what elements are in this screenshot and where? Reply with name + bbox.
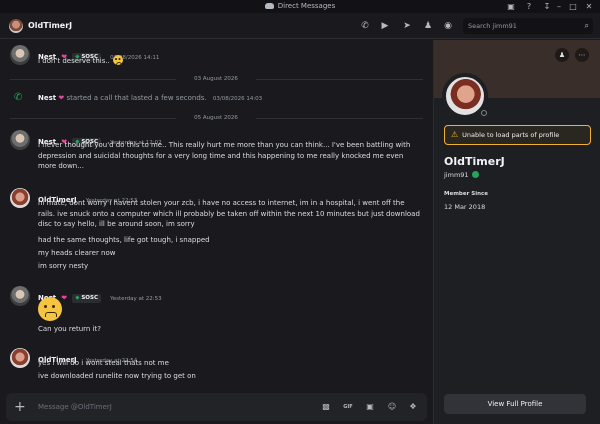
message-content: I never thought you'd do this to me.. Th… xyxy=(38,141,411,170)
avatar[interactable] xyxy=(10,45,30,65)
profile-warning-banner: ⚠ Unable to load parts of profile xyxy=(444,125,591,145)
maximize-icon[interactable]: □ xyxy=(567,1,579,12)
view-full-profile-button[interactable]: View Full Profile xyxy=(444,394,586,414)
sticker-icon[interactable]: ▣ xyxy=(364,401,376,413)
apps-icon[interactable]: ❖ xyxy=(407,401,419,413)
slightly-frowning-face-icon xyxy=(112,55,123,65)
phone-call-icon: ✆ xyxy=(14,92,23,103)
gift-icon[interactable]: ▩ xyxy=(320,401,332,413)
add-friends-icon[interactable]: ♟ xyxy=(421,19,435,33)
profile-username: jimm91 xyxy=(444,171,479,179)
emoji-icon[interactable]: ☺ xyxy=(386,401,398,413)
message-content: Can you return it? xyxy=(38,325,101,333)
upload-plus-icon[interactable]: + xyxy=(14,393,26,421)
discord-logo-icon xyxy=(264,3,274,9)
message-content: I don't deserve this.. xyxy=(38,55,423,67)
message-list[interactable]: Nest ❤ ◆ SOSC 02/08/2026 14:11 I don't d… xyxy=(0,40,433,390)
member-since-label: Member Since xyxy=(444,191,488,197)
message-content: my heads clearer now xyxy=(38,249,116,257)
gif-icon[interactable]: GIF xyxy=(342,401,354,413)
dm-header: OldTimerJ ✆ ▶ ➤ ♟ ◉ Search jimm91 ⌕ xyxy=(0,13,600,39)
message-content: had the same thoughts, life got tough, i… xyxy=(38,236,210,244)
video-call-icon[interactable]: ▶ xyxy=(378,19,392,33)
user-profile-icon[interactable]: ◉ xyxy=(441,19,455,33)
avatar[interactable] xyxy=(10,286,30,306)
message-composer: + Message @OldTimerJ ▩ GIF ▣ ☺ ❖ xyxy=(6,393,427,421)
warning-text: Unable to load parts of profile xyxy=(462,131,560,139)
more-options-icon[interactable]: ⋯ xyxy=(575,48,589,62)
avatar[interactable] xyxy=(10,188,30,208)
dm-recipient-name[interactable]: OldTimerJ xyxy=(28,13,72,39)
window-title-bar: Direct Messages ▣ ? ↧ – □ ✕ xyxy=(0,0,600,13)
message-timestamp: 03/08/2026 14:03 xyxy=(212,96,263,102)
system-message-text: started a call that lasted a few seconds… xyxy=(66,94,207,102)
inbox-icon[interactable]: ▣ xyxy=(505,1,517,12)
heart-icon: ❤ xyxy=(61,294,68,302)
help-icon[interactable]: ? xyxy=(523,1,535,12)
date-divider-label: 03 August 2026 xyxy=(176,75,256,83)
message-content: im sorry nesty xyxy=(38,262,89,270)
search-placeholder: Search jimm91 xyxy=(468,22,517,30)
search-input[interactable]: Search jimm91 ⌕ xyxy=(463,18,593,34)
message-timestamp: Yesterday at 22:53 xyxy=(110,296,162,302)
message-content: hi mate, dont worry i havent stolen your… xyxy=(38,199,420,228)
guild-tag[interactable]: ◆ SOSC xyxy=(72,294,101,303)
slightly-frowning-face-icon xyxy=(38,297,62,321)
close-icon[interactable]: ✕ xyxy=(583,1,595,12)
minimize-icon[interactable]: – xyxy=(553,1,565,12)
search-icon: ⌕ xyxy=(584,21,589,30)
friend-add-icon[interactable]: ♟ xyxy=(555,48,569,62)
warning-icon: ⚠ xyxy=(451,130,459,139)
member-since-value: 12 Mar 2018 xyxy=(444,203,486,211)
offline-status-icon xyxy=(478,107,490,119)
message-content: yes i will do i wont steal thats not me xyxy=(38,359,169,367)
message-content: ive downloaded runelite now trying to ge… xyxy=(38,372,196,380)
profile-panel: ♟ ⋯ ⚠ Unable to load parts of profile Old… xyxy=(433,40,600,424)
avatar[interactable] xyxy=(10,348,30,368)
heart-icon: ❤ xyxy=(58,94,65,102)
date-divider-label: 05 August 2026 xyxy=(176,114,256,122)
profile-display-name: OldTimerJ xyxy=(444,155,505,168)
pin-icon[interactable]: ➤ xyxy=(400,19,414,33)
voice-call-icon[interactable]: ✆ xyxy=(358,19,372,33)
system-message: Nest ❤ started a call that lasted a few … xyxy=(38,94,262,102)
avatar[interactable] xyxy=(9,19,23,33)
avatar[interactable] xyxy=(10,130,30,150)
download-icon[interactable]: ↧ xyxy=(541,1,553,12)
message-author[interactable]: Nest xyxy=(38,94,56,102)
nitro-badge-icon xyxy=(471,171,479,178)
message-input[interactable]: Message @OldTimerJ xyxy=(38,393,112,421)
message-content xyxy=(38,297,62,323)
